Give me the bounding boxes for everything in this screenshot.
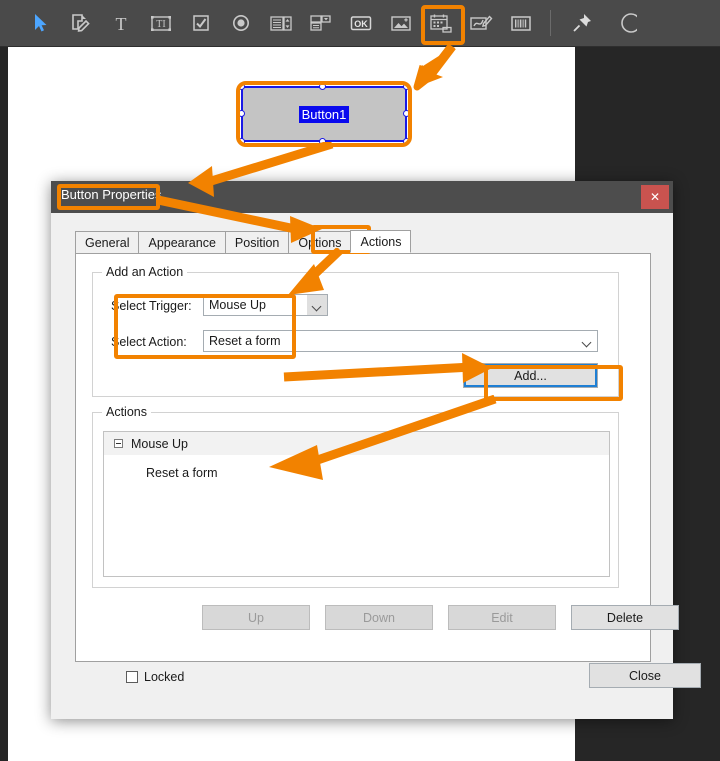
svg-text:OK: OK bbox=[354, 19, 368, 29]
actions-tree-trigger-label: Mouse Up bbox=[131, 436, 188, 451]
overflow-circle-icon[interactable] bbox=[607, 4, 645, 42]
dialog-titlebar[interactable]: Button Properties ✕ bbox=[51, 181, 673, 213]
svg-text:T: T bbox=[116, 14, 127, 33]
barcode-field-icon[interactable] bbox=[502, 4, 540, 42]
select-action-dropdown[interactable]: Reset a form bbox=[203, 330, 598, 352]
locked-checkbox[interactable] bbox=[126, 671, 138, 683]
select-cursor-icon[interactable] bbox=[22, 4, 60, 42]
delete-action-button[interactable]: Delete bbox=[571, 605, 679, 630]
tab-appearance[interactable]: Appearance bbox=[138, 231, 226, 253]
resize-handle-top-right[interactable] bbox=[403, 83, 410, 90]
push-button-field-icon[interactable]: OK bbox=[342, 4, 380, 42]
toolbar-separator bbox=[550, 10, 551, 36]
locked-label: Locked bbox=[144, 670, 185, 684]
dialog-footer: Locked Close bbox=[51, 641, 701, 719]
dialog-body: General Appearance Position Options Acti… bbox=[51, 213, 679, 662]
tab-general[interactable]: General bbox=[75, 231, 140, 253]
add-an-action-group: Add an Action Select Trigger: Mouse Up S… bbox=[92, 265, 619, 397]
resize-handle-bottom-right[interactable] bbox=[403, 138, 410, 145]
tab-options[interactable]: Options bbox=[288, 231, 352, 253]
resize-handle-bottom-center[interactable] bbox=[319, 138, 326, 145]
resize-handle-top-left[interactable] bbox=[238, 83, 245, 90]
select-action-value: Reset a form bbox=[209, 334, 281, 348]
move-down-button[interactable]: Down bbox=[325, 605, 433, 630]
actions-tree[interactable]: Mouse Up Reset a form bbox=[103, 431, 610, 577]
close-dialog-button[interactable]: Close bbox=[589, 663, 701, 688]
dialog-title: Button Properties bbox=[61, 187, 162, 202]
text-field-icon[interactable]: TI bbox=[142, 4, 180, 42]
button1-form-field[interactable]: Button1 bbox=[238, 83, 410, 145]
chevron-down-icon bbox=[577, 331, 597, 351]
button1-field-label-text: Button1 bbox=[298, 106, 350, 123]
actions-tree-item-trigger[interactable]: Mouse Up bbox=[104, 432, 609, 456]
add-action-button[interactable]: Add... bbox=[463, 363, 598, 388]
actions-tree-action-label: Reset a form bbox=[146, 466, 218, 480]
close-icon[interactable]: ✕ bbox=[641, 185, 669, 209]
edit-action-button[interactable]: Edit bbox=[448, 605, 556, 630]
chevron-down-icon bbox=[307, 295, 327, 315]
actions-group: Actions Mouse Up Reset a form bbox=[92, 405, 619, 588]
resize-handle-bottom-left[interactable] bbox=[238, 138, 245, 145]
select-trigger-value: Mouse Up bbox=[209, 298, 266, 312]
list-box-field-icon[interactable] bbox=[262, 4, 300, 42]
signature-field-icon[interactable] bbox=[462, 4, 500, 42]
radio-button-field-icon[interactable] bbox=[222, 4, 260, 42]
combo-box-field-icon[interactable] bbox=[302, 4, 340, 42]
svg-text:TI: TI bbox=[156, 19, 165, 30]
resize-handle-top-center[interactable] bbox=[319, 83, 326, 90]
sign-document-icon[interactable] bbox=[62, 4, 100, 42]
locked-checkbox-row[interactable]: Locked bbox=[126, 670, 184, 684]
actions-tree-item-action[interactable]: Reset a form bbox=[104, 462, 609, 484]
tab-position[interactable]: Position bbox=[224, 231, 290, 253]
text-tool-icon[interactable]: T bbox=[102, 4, 140, 42]
pin-toolbar-icon[interactable] bbox=[563, 4, 601, 42]
move-up-button[interactable]: Up bbox=[202, 605, 310, 630]
checkbox-field-icon[interactable] bbox=[182, 4, 220, 42]
actions-tab-panel: Add an Action Select Trigger: Mouse Up S… bbox=[75, 254, 679, 662]
image-field-icon[interactable] bbox=[382, 4, 420, 42]
select-trigger-dropdown[interactable]: Mouse Up bbox=[203, 294, 328, 316]
form-tools-toolbar: T TI OK bbox=[0, 0, 720, 47]
select-trigger-label: Select Trigger: bbox=[111, 299, 192, 313]
button-properties-dialog: Button Properties ✕ General Appearance P… bbox=[51, 181, 701, 719]
dialog-tabstrip: General Appearance Position Options Acti… bbox=[75, 230, 651, 254]
tab-actions[interactable]: Actions bbox=[350, 230, 412, 253]
button1-field-label: Button1 bbox=[243, 106, 405, 124]
date-field-icon[interactable] bbox=[422, 4, 460, 42]
select-action-label: Select Action: bbox=[111, 335, 187, 349]
add-an-action-legend: Add an Action bbox=[102, 265, 188, 279]
actions-legend: Actions bbox=[102, 405, 151, 419]
collapse-toggle-icon[interactable] bbox=[114, 439, 123, 448]
